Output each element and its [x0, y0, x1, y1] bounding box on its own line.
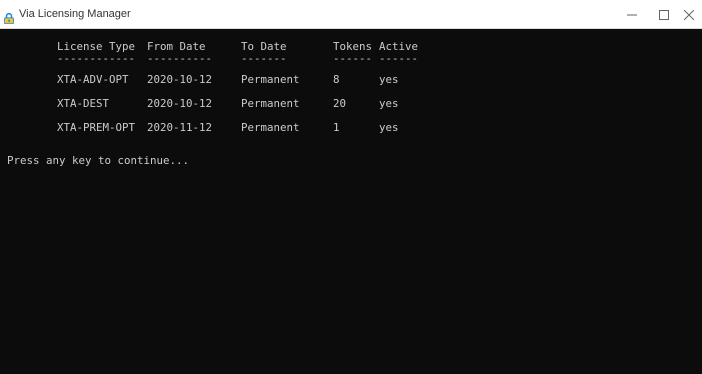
to-date-cell: Permanent [241, 121, 300, 134]
active-cell: yes [379, 73, 399, 86]
table-row: XTA-PREM-OPT 2020-11-12 Permanent 1 yes [0, 121, 399, 135]
active-cell: yes [379, 121, 399, 134]
separator-from-date: ---------- [147, 52, 213, 65]
table-separator-row: ------------ ---------- ------- ------ -… [0, 52, 418, 66]
separator-active: ------ [379, 52, 419, 65]
close-button[interactable] [676, 0, 702, 29]
from-date-cell: 2020-10-12 [147, 73, 213, 86]
separator-tokens: ------ [333, 52, 373, 65]
console-window: Via Licensing Manager License Type From … [0, 0, 702, 374]
tokens-cell: 1 [333, 121, 340, 134]
separator-license-type: ------------ [57, 52, 136, 65]
window-title: Via Licensing Manager [19, 8, 131, 20]
tokens-cell: 8 [333, 73, 340, 86]
to-date-cell: Permanent [241, 73, 300, 86]
console-output[interactable]: License Type From Date To Date Tokens Ac… [0, 29, 702, 374]
lock-icon [4, 9, 14, 25]
table-row: XTA-DEST 2020-10-12 Permanent 20 yes [0, 97, 399, 111]
tokens-cell: 20 [333, 97, 347, 110]
license-type-cell: XTA-DEST [57, 97, 110, 110]
from-date-cell: 2020-11-12 [147, 121, 213, 134]
license-type-cell: XTA-PREM-OPT [57, 121, 136, 134]
close-icon [684, 9, 694, 20]
maximize-icon [659, 9, 669, 20]
license-type-cell: XTA-ADV-OPT [57, 73, 129, 86]
separator-to-date: ------- [241, 52, 287, 65]
active-cell: yes [379, 97, 399, 110]
table-row: XTA-ADV-OPT 2020-10-12 Permanent 8 yes [0, 73, 399, 87]
continue-prompt: Press any key to continue... [7, 154, 190, 167]
to-date-cell: Permanent [241, 97, 300, 110]
from-date-cell: 2020-10-12 [147, 97, 213, 110]
title-bar[interactable]: Via Licensing Manager [0, 0, 702, 29]
minimize-icon [627, 14, 637, 15]
